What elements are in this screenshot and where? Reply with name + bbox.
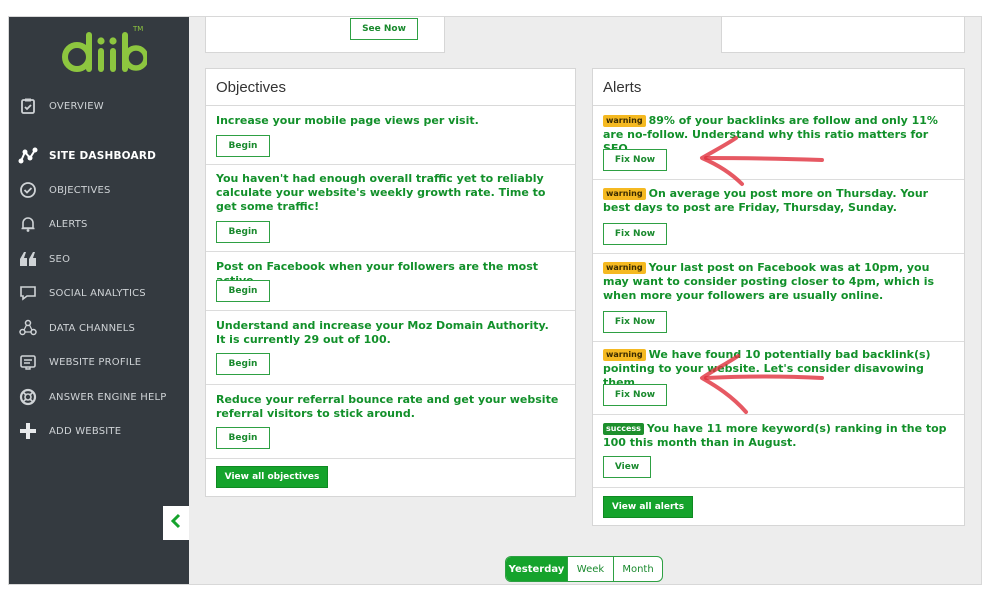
objectives-panel: Objectives Increase your mobile page vie… <box>205 68 576 497</box>
warning-badge: warning <box>603 188 646 200</box>
see-now-button[interactable]: See Now <box>350 18 418 40</box>
quote-icon <box>17 248 39 270</box>
check-circle-icon <box>17 179 39 201</box>
sidebar-item-label: OBJECTIVES <box>49 184 111 196</box>
fix-now-button[interactable]: Fix Now <box>603 311 667 333</box>
sidebar-item-label: ALERTS <box>49 218 88 230</box>
sidebar-item-label: DATA CHANNELS <box>49 322 136 334</box>
begin-button[interactable]: Begin <box>216 427 270 449</box>
objective-item: Post on Facebook when your followers are… <box>206 252 575 311</box>
alert-message: We have found 10 potentially bad backlin… <box>603 348 931 389</box>
view-all-objectives-button[interactable]: View all objectives <box>216 466 328 488</box>
period-week[interactable]: Week <box>568 557 614 581</box>
sidebar-item-data-channels[interactable]: DATA CHANNELS <box>17 315 189 341</box>
objective-item: Reduce your referral bounce rate and get… <box>206 385 575 459</box>
alert-message: You have 11 more keyword(s) ranking in t… <box>603 422 947 449</box>
main-content: See Now Objectives Increase your mobile … <box>189 17 981 584</box>
objective-item: You haven't had enough overall traffic y… <box>206 165 575 252</box>
alert-message: On average you post more on Thursday. Yo… <box>603 187 929 214</box>
warning-badge: warning <box>603 349 646 361</box>
objective-text: Understand and increase your Moz Domain … <box>216 319 549 346</box>
period-yesterday[interactable]: Yesterday <box>506 557 568 581</box>
alert-item: warning On average you post more on Thurs… <box>593 180 964 254</box>
chevron-left-icon <box>169 513 183 534</box>
sidebar-item-alerts[interactable]: ALERTS <box>17 211 189 237</box>
fix-now-button[interactable]: Fix Now <box>603 149 667 171</box>
sidebar-item-label: SEO <box>49 253 71 265</box>
objective-text: You haven't had enough overall traffic y… <box>216 172 546 213</box>
alert-item: warning 89% of your backlinks are follow … <box>593 107 964 180</box>
begin-button[interactable]: Begin <box>216 280 270 302</box>
objectives-title: Objectives <box>206 69 575 106</box>
alerts-title: Alerts <box>593 69 964 106</box>
begin-button[interactable]: Begin <box>216 135 270 157</box>
network-nodes-icon <box>17 145 39 167</box>
sidebar-item-site-dashboard[interactable]: SITE DASHBOARD <box>17 143 189 169</box>
view-button[interactable]: View <box>603 456 651 478</box>
diib-logo[interactable]: TM <box>57 21 149 81</box>
objective-item: Understand and increase your Moz Domain … <box>206 311 575 385</box>
lifebuoy-icon <box>17 386 39 408</box>
sidebar-item-label: ADD WEBSITE <box>49 425 122 437</box>
sidebar-item-label: SOCIAL ANALYTICS <box>49 287 146 299</box>
view-all-alerts-button[interactable]: View all alerts <box>603 496 693 518</box>
period-month[interactable]: Month <box>614 557 662 581</box>
sidebar-item-answer-engine-help[interactable]: ANSWER ENGINE HELP <box>17 384 189 410</box>
clipboard-check-icon <box>17 95 39 117</box>
objective-text: Increase your mobile page views per visi… <box>216 114 479 127</box>
objective-item: Increase your mobile page views per visi… <box>206 107 575 165</box>
top-card: See Now <box>205 17 445 53</box>
alert-item: warning Your last post on Facebook was at… <box>593 254 964 342</box>
alert-item: success You have 11 more keyword(s) ranki… <box>593 415 964 488</box>
alert-item: warning We have found 10 potentially bad … <box>593 342 964 415</box>
bell-icon <box>17 213 39 235</box>
success-badge: success <box>603 423 644 435</box>
id-card-icon <box>17 351 39 373</box>
sidebar-item-label: WEBSITE PROFILE <box>49 356 142 368</box>
alert-text: warning Your last post on Facebook was at… <box>603 261 948 303</box>
alerts-panel: Alerts warning 89% of your backlinks are … <box>592 68 965 526</box>
chat-bubble-icon <box>17 282 39 304</box>
sidebar-item-label: OVERVIEW <box>49 100 104 112</box>
sidebar-item-website-profile[interactable]: WEBSITE PROFILE <box>17 349 189 375</box>
warning-badge: warning <box>603 115 646 127</box>
plus-icon <box>17 420 39 442</box>
alert-message: Your last post on Facebook was at 10pm, … <box>603 261 935 302</box>
period-switch: Yesterday Week Month <box>505 556 663 582</box>
begin-button[interactable]: Begin <box>216 353 270 375</box>
sidebar-item-label: SITE DASHBOARD <box>49 150 157 162</box>
logo-trademark: TM <box>133 25 144 33</box>
fix-now-button[interactable]: Fix Now <box>603 384 667 406</box>
alert-text: warning On average you post more on Thurs… <box>603 187 948 215</box>
sidebar-item-add-website[interactable]: ADD WEBSITE <box>17 418 189 444</box>
top-card <box>721 17 965 53</box>
sidebar: TM OVERVIEW SITE DASHBOARD OBJECTIVES AL… <box>9 17 189 584</box>
warning-badge: warning <box>603 262 646 274</box>
sidebar-item-objectives[interactable]: OBJECTIVES <box>17 177 189 203</box>
sidebar-item-social-analytics[interactable]: SOCIAL ANALYTICS <box>17 280 189 306</box>
sidebar-collapse-button[interactable] <box>163 506 189 540</box>
sidebar-item-label: ANSWER ENGINE HELP <box>49 391 167 403</box>
alert-text: success You have 11 more keyword(s) ranki… <box>603 422 948 450</box>
share-nodes-icon <box>17 317 39 339</box>
objective-text: Reduce your referral bounce rate and get… <box>216 393 559 420</box>
fix-now-button[interactable]: Fix Now <box>603 223 667 245</box>
begin-button[interactable]: Begin <box>216 221 270 243</box>
sidebar-item-seo[interactable]: SEO <box>17 246 189 272</box>
sidebar-item-overview[interactable]: OVERVIEW <box>17 93 189 119</box>
app-window: TM OVERVIEW SITE DASHBOARD OBJECTIVES AL… <box>8 16 982 585</box>
